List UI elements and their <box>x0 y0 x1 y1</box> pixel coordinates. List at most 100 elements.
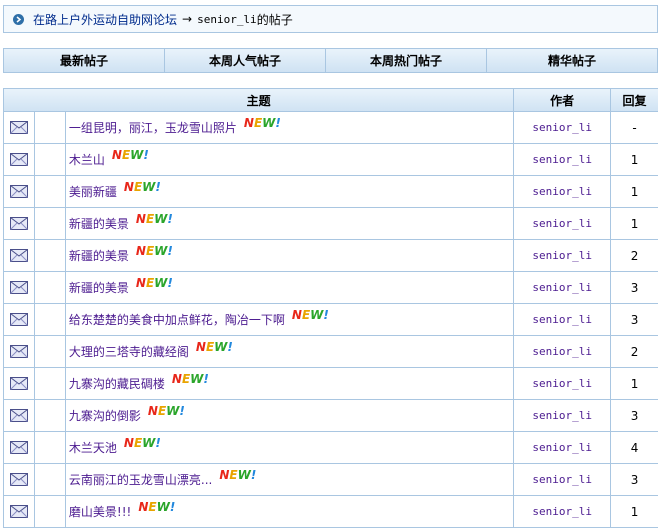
arrow-bullet-icon <box>13 13 24 25</box>
subject-cell: 云南丽江的玉龙雪山漂亮... NEW! <box>65 464 515 496</box>
topic-link[interactable]: 九寨沟的倒影 <box>69 407 141 424</box>
envelope-icon <box>4 272 35 304</box>
tab-weekly-popular[interactable]: 本周人气帖子 <box>165 49 326 72</box>
reply-count: 1 <box>611 208 658 240</box>
author-cell: senior_li <box>514 432 612 464</box>
author-link[interactable]: senior_li <box>532 345 592 358</box>
subject-cell: 九寨沟的倒影 NEW! <box>65 400 515 432</box>
header-subject: 主题 <box>4 89 515 112</box>
topic-link[interactable]: 云南丽江的玉龙雪山漂亮... <box>69 471 212 488</box>
subject-cell: 新疆的美景 NEW! <box>65 208 515 240</box>
topic-link[interactable]: 大理的三塔寺的藏经阁 <box>69 343 189 360</box>
table-row: 木兰天池 NEW! senior_li 4 <box>4 432 658 464</box>
reply-count: 1 <box>611 176 658 208</box>
row-icon-cell <box>34 304 66 336</box>
subject-cell: 磨山美景!!! NEW! <box>65 496 515 528</box>
envelope-icon <box>4 112 35 144</box>
row-icon-cell <box>34 464 66 496</box>
new-badge-icon: NEW! <box>291 307 329 322</box>
new-badge-icon: NEW! <box>123 435 161 450</box>
author-link[interactable]: senior_li <box>532 121 592 134</box>
reply-count: - <box>611 112 658 144</box>
reply-count: 1 <box>611 496 658 528</box>
subject-cell: 美丽新疆 NEW! <box>65 176 515 208</box>
topic-link[interactable]: 新疆的美景 <box>69 215 129 232</box>
reply-count: 3 <box>611 464 658 496</box>
forum-home-link[interactable]: 在路上户外运动自助网论坛 <box>33 11 177 28</box>
author-cell: senior_li <box>514 272 612 304</box>
author-link[interactable]: senior_li <box>532 473 592 486</box>
author-link[interactable]: senior_li <box>532 313 592 326</box>
topic-link[interactable]: 磨山美景!!! <box>69 503 131 520</box>
envelope-icon <box>4 336 35 368</box>
author-link[interactable]: senior_li <box>532 377 592 390</box>
author-cell: senior_li <box>514 304 612 336</box>
author-link[interactable]: senior_li <box>532 185 592 198</box>
author-cell: senior_li <box>514 240 612 272</box>
author-link[interactable]: senior_li <box>532 441 592 454</box>
author-link[interactable]: senior_li <box>532 281 592 294</box>
topic-link[interactable]: 新疆的美景 <box>69 247 129 264</box>
row-icon-cell <box>34 144 66 176</box>
table-row: 磨山美景!!! NEW! senior_li 1 <box>4 496 658 528</box>
table-row: 九寨沟的倒影 NEW! senior_li 3 <box>4 400 658 432</box>
table-row: 一组昆明，丽江，玉龙雪山照片 NEW! senior_li - <box>4 112 658 144</box>
author-cell: senior_li <box>514 336 612 368</box>
new-badge-icon: NEW! <box>195 339 233 354</box>
topic-link[interactable]: 给东楚楚的美食中加点鲜花，陶冶一下啊 <box>69 311 285 328</box>
author-link[interactable]: senior_li <box>532 409 592 422</box>
new-badge-icon: NEW! <box>147 403 185 418</box>
breadcrumb-suffix: 的帖子 <box>256 12 293 27</box>
author-cell: senior_li <box>514 496 612 528</box>
envelope-icon <box>4 304 35 336</box>
row-icon-cell <box>34 336 66 368</box>
tab-bar: 最新帖子 本周人气帖子 本周热门帖子 精华帖子 <box>3 48 658 73</box>
breadcrumb-separator: → <box>182 12 193 26</box>
row-icon-cell <box>34 400 66 432</box>
subject-cell: 给东楚楚的美食中加点鲜花，陶冶一下啊 NEW! <box>65 304 515 336</box>
breadcrumb: 在路上户外运动自助网论坛 → senior_li 的帖子 <box>3 5 658 33</box>
table-row: 给东楚楚的美食中加点鲜花，陶冶一下啊 NEW! senior_li 3 <box>4 304 658 336</box>
author-cell: senior_li <box>514 176 612 208</box>
subject-cell: 九寨沟的藏民碉楼 NEW! <box>65 368 515 400</box>
row-icon-cell <box>34 272 66 304</box>
subject-cell: 新疆的美景 NEW! <box>65 272 515 304</box>
author-cell: senior_li <box>514 368 612 400</box>
tab-weekly-hot[interactable]: 本周热门帖子 <box>326 49 487 72</box>
reply-count: 2 <box>611 240 658 272</box>
author-link[interactable]: senior_li <box>532 153 592 166</box>
table-row: 大理的三塔寺的藏经阁 NEW! senior_li 2 <box>4 336 658 368</box>
tab-latest-posts[interactable]: 最新帖子 <box>4 49 165 72</box>
subject-cell: 新疆的美景 NEW! <box>65 240 515 272</box>
subject-cell: 木兰山 NEW! <box>65 144 515 176</box>
new-badge-icon: NEW! <box>135 243 173 258</box>
topic-link[interactable]: 木兰山 <box>69 151 105 168</box>
table-header: 主题 作者 回复 <box>4 89 658 112</box>
author-link[interactable]: senior_li <box>532 217 592 230</box>
new-badge-icon: NEW! <box>135 275 173 290</box>
table-row: 云南丽江的玉龙雪山漂亮... NEW! senior_li 3 <box>4 464 658 496</box>
reply-count: 1 <box>611 144 658 176</box>
row-icon-cell <box>34 368 66 400</box>
topic-link[interactable]: 一组昆明，丽江，玉龙雪山照片 <box>69 119 237 136</box>
tab-featured[interactable]: 精华帖子 <box>487 49 657 72</box>
author-link[interactable]: senior_li <box>532 505 592 518</box>
table-row: 九寨沟的藏民碉楼 NEW! senior_li 1 <box>4 368 658 400</box>
topic-link[interactable]: 九寨沟的藏民碉楼 <box>69 375 165 392</box>
topic-link[interactable]: 美丽新疆 <box>69 183 117 200</box>
envelope-icon <box>4 208 35 240</box>
new-badge-icon: NEW! <box>135 211 173 226</box>
new-badge-icon: NEW! <box>219 467 257 482</box>
envelope-icon <box>4 400 35 432</box>
row-icon-cell <box>34 176 66 208</box>
reply-count: 3 <box>611 304 658 336</box>
subject-cell: 一组昆明，丽江，玉龙雪山照片 NEW! <box>65 112 515 144</box>
topic-link[interactable]: 木兰天池 <box>69 439 117 456</box>
topic-link[interactable]: 新疆的美景 <box>69 279 129 296</box>
reply-count: 3 <box>611 272 658 304</box>
row-icon-cell <box>34 208 66 240</box>
envelope-icon <box>4 464 35 496</box>
row-icon-cell <box>34 112 66 144</box>
author-link[interactable]: senior_li <box>532 249 592 262</box>
reply-count: 3 <box>611 400 658 432</box>
